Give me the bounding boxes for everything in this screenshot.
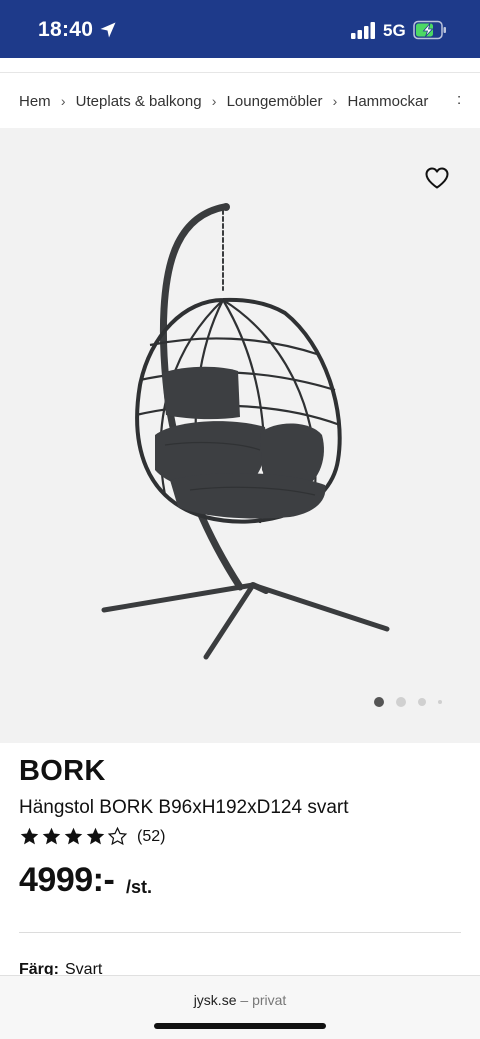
star-outline-icon [107,826,128,846]
header-divider [0,72,480,73]
product-price: 4999:- [19,861,115,899]
product-image [101,203,390,660]
breadcrumb: Hem › Uteplats & balkong › Loungemöbler … [19,90,428,112]
breadcrumb-item-hammockar[interactable]: Hammockar [348,93,429,110]
battery-charging-icon [413,20,446,40]
star-filled-icon [20,827,39,845]
location-arrow-icon [100,22,116,38]
breadcrumb-item-uteplats[interactable]: Uteplats & balkong [76,93,202,110]
pagination-dot-4[interactable] [438,700,442,704]
star-filled-icon [64,827,83,845]
price-unit: /st. [126,877,153,897]
product-name: Hängstol BORK B96xH192xD124 svart [19,797,349,818]
product-rating[interactable]: (52) [19,826,165,847]
url-domain: jysk.se [193,992,237,1008]
url-separator: – [240,992,249,1008]
product-brand: BORK [19,755,106,787]
pagination-dot-2[interactable] [396,697,406,707]
browser-url[interactable]: jysk.se – privat [0,992,480,1008]
status-time: 18:40 [38,18,94,41]
star-filled-icon [86,827,105,845]
pagination-dot-3[interactable] [418,698,426,706]
image-pagination[interactable] [374,697,454,707]
browser-address-bar[interactable]: jysk.se – privat [0,975,480,1039]
pagination-dot-1[interactable] [374,697,384,707]
network-type: 5G [383,21,406,40]
breadcrumb-item-loungemobler[interactable]: Loungemöbler [227,93,323,110]
breadcrumb-separator: › [60,93,66,109]
browsing-mode: privat [252,992,287,1008]
status-bar: 18:40 5G [0,0,480,58]
breadcrumb-item-hem[interactable]: Hem [19,93,51,110]
breadcrumb-more-button[interactable]: : [457,91,461,108]
section-divider [19,932,461,933]
breadcrumb-separator: › [211,93,217,109]
breadcrumb-separator: › [332,93,338,109]
star-filled-icon [42,827,61,845]
signal-icon [351,22,375,39]
heart-icon[interactable] [424,166,450,190]
home-indicator[interactable] [154,1023,326,1029]
review-count[interactable]: (52) [137,828,165,846]
